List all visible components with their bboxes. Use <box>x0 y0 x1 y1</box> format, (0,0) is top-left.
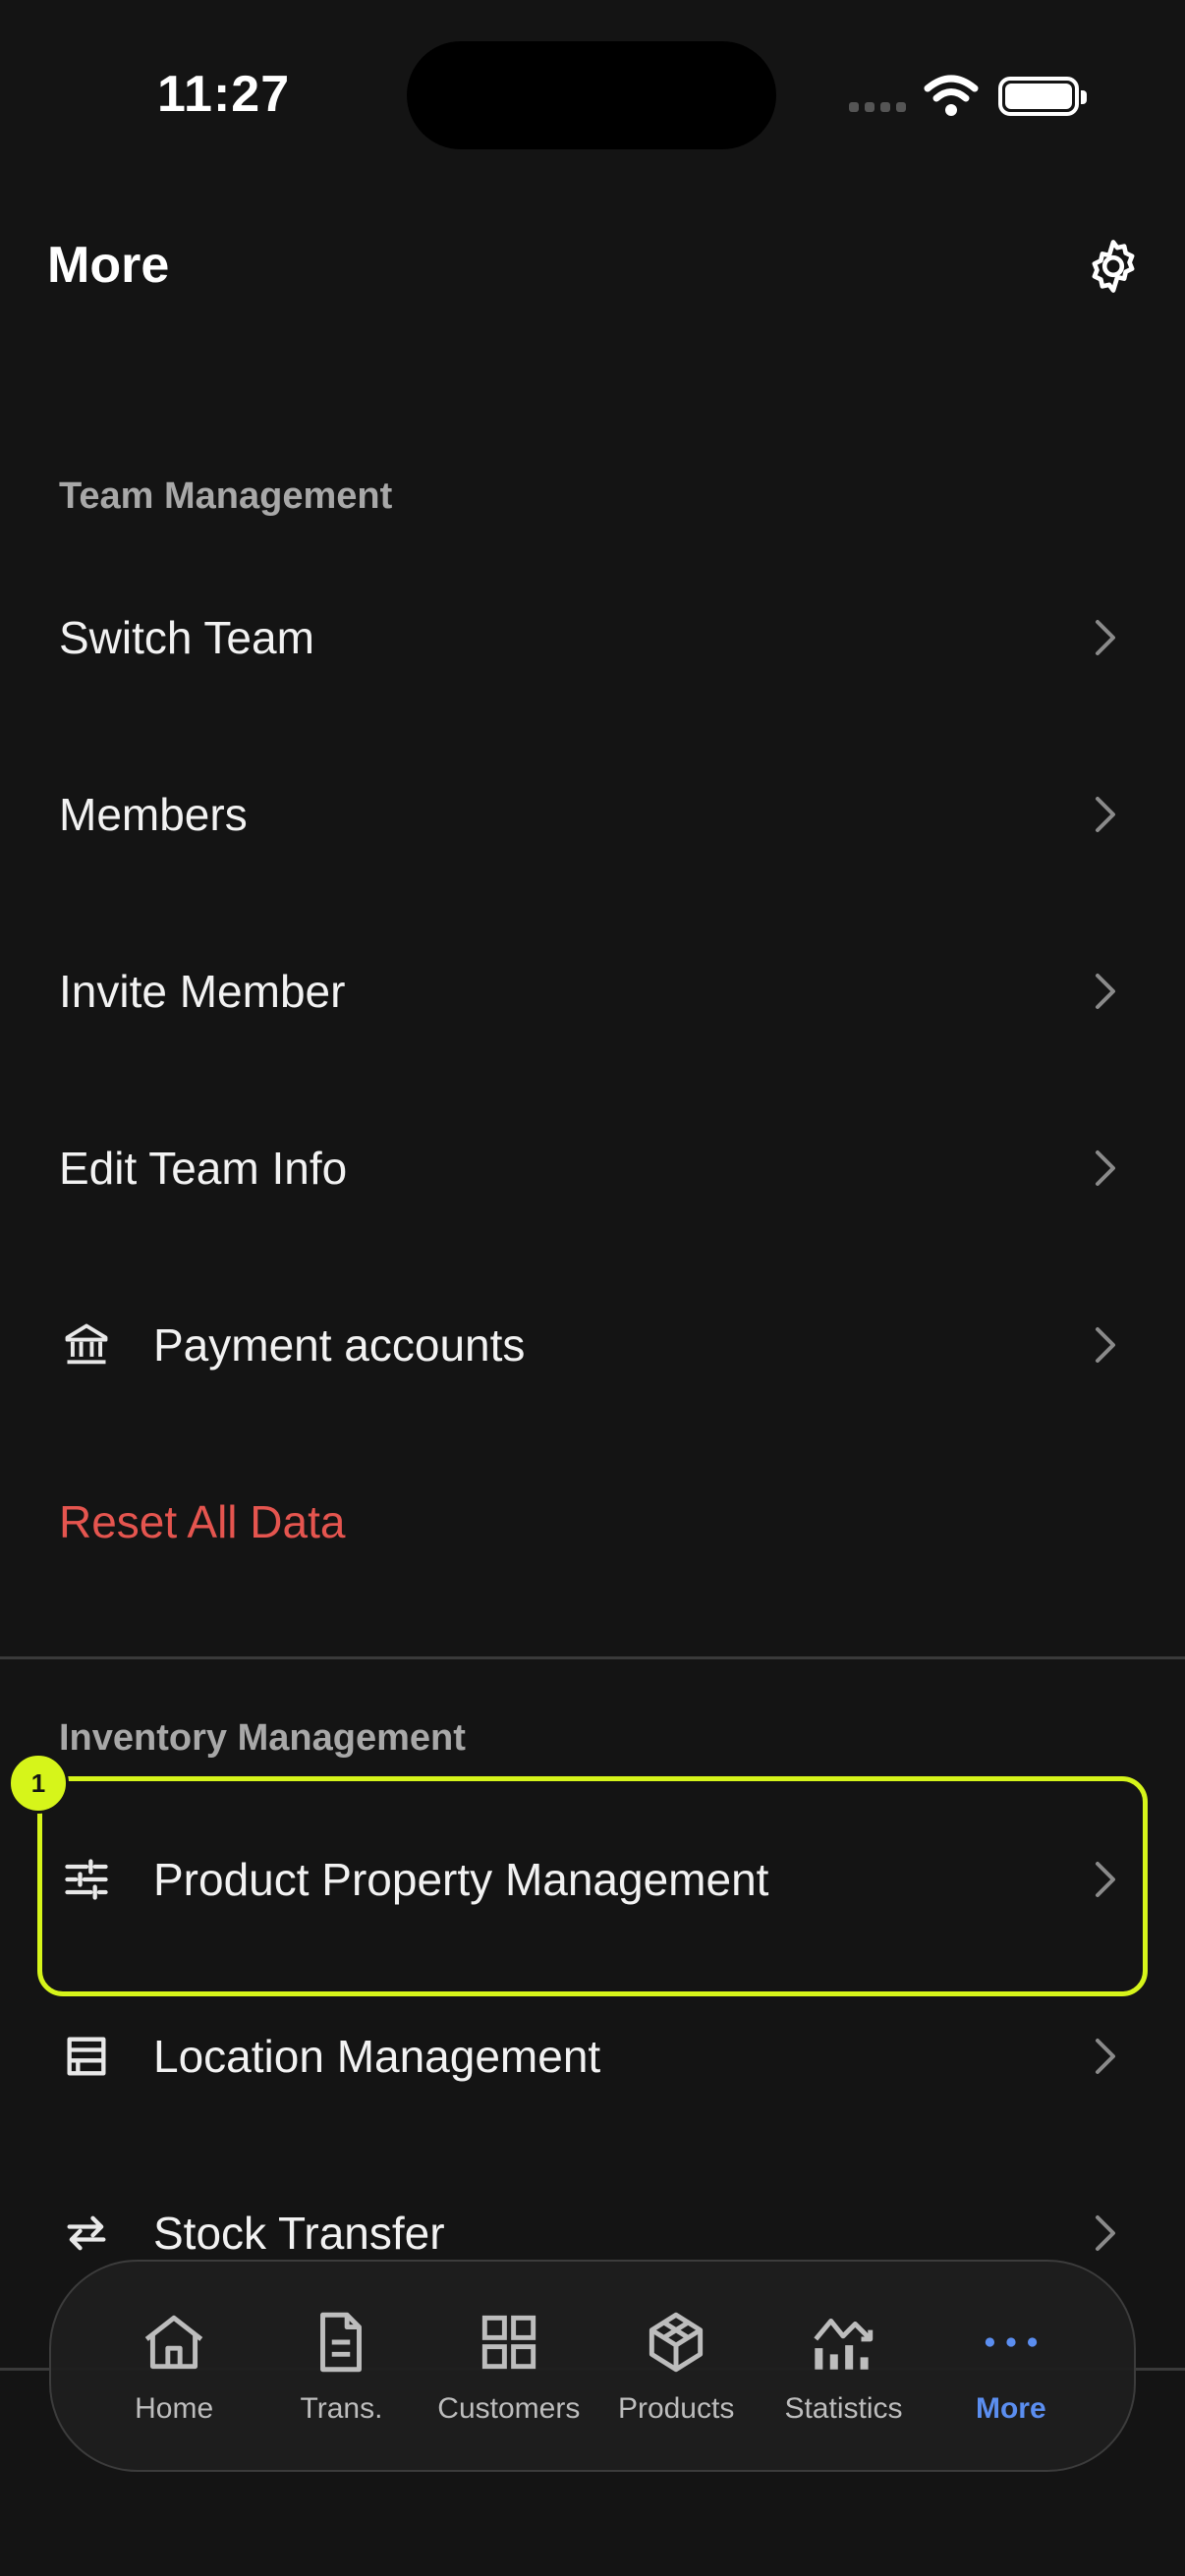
chevron-right-icon <box>1091 972 1120 1011</box>
menu-item-reset-all-data[interactable]: Reset All Data <box>0 1448 1185 1596</box>
chevron-right-icon <box>1091 795 1120 834</box>
menu-item-label: Payment accounts <box>153 1319 526 1371</box>
chevron-right-icon <box>1091 1148 1120 1188</box>
chevron-right-icon <box>1091 1325 1120 1365</box>
page-header: More <box>0 216 1185 314</box>
home-icon <box>144 2315 203 2370</box>
tab-label: Customers <box>437 2392 581 2425</box>
more-dots-icon <box>985 2337 1038 2347</box>
menu-item-edit-team-info[interactable]: Edit Team Info <box>0 1094 1185 1242</box>
gear-icon <box>1092 240 1135 293</box>
tab-label: Products <box>617 2392 735 2425</box>
menu-item-label: Members <box>59 789 248 840</box>
menu-item-switch-team[interactable]: Switch Team <box>0 564 1185 711</box>
status-bar: 11:27 <box>0 0 1185 187</box>
bank-icon <box>59 1317 114 1372</box>
bottom-tab-bar: Home Trans. Customers Products Statistic… <box>49 2260 1136 2472</box>
chevron-right-icon <box>1091 618 1120 657</box>
highlight-box <box>37 1776 1148 1996</box>
grid-icon <box>481 2315 536 2370</box>
section-title-inventory-management: Inventory Management <box>59 1717 466 1759</box>
tab-products[interactable]: Products <box>597 2306 755 2426</box>
wifi-icon <box>924 75 979 116</box>
cellular-signal-icon <box>849 102 906 112</box>
status-time: 11:27 <box>157 66 291 123</box>
tab-label: Statistics <box>784 2392 903 2425</box>
menu-item-payment-accounts[interactable]: Payment accounts <box>0 1271 1185 1419</box>
menu-item-location-management[interactable]: Location Management <box>0 1983 1185 2130</box>
bar-chart-icon <box>814 2318 874 2370</box>
store-icon <box>59 2029 114 2084</box>
menu-item-invite-member[interactable]: Invite Member <box>0 918 1185 1065</box>
tab-statistics[interactable]: Statistics <box>764 2306 922 2426</box>
cube-icon <box>649 2312 704 2373</box>
page-title: More <box>47 237 170 294</box>
menu-item-label: Switch Team <box>59 612 314 663</box>
section-title-team-management: Team Management <box>59 476 393 517</box>
battery-icon <box>998 77 1087 116</box>
tab-transactions[interactable]: Trans. <box>262 2306 420 2426</box>
tab-label: More <box>975 2392 1046 2425</box>
document-icon <box>320 2312 363 2373</box>
menu-item-label: Edit Team Info <box>59 1143 348 1194</box>
chevron-right-icon <box>1091 2213 1120 2253</box>
tab-more[interactable]: More <box>932 2306 1090 2426</box>
tab-label: Home <box>135 2392 214 2425</box>
tab-customers[interactable]: Customers <box>430 2306 588 2426</box>
section-divider <box>0 1656 1185 1659</box>
menu-item-label: Reset All Data <box>59 1496 346 1547</box>
chevron-right-icon <box>1091 2037 1120 2076</box>
menu-item-label: Location Management <box>153 2031 601 2082</box>
menu-item-members[interactable]: Members <box>0 741 1185 888</box>
menu-item-label: Stock Transfer <box>153 2208 445 2259</box>
dynamic-island <box>407 41 776 149</box>
settings-button[interactable] <box>1081 234 1146 299</box>
tab-label: Trans. <box>300 2392 383 2425</box>
tab-home[interactable]: Home <box>95 2306 253 2426</box>
menu-item-label: Invite Member <box>59 966 346 1017</box>
transfer-arrows-icon <box>59 2206 114 2261</box>
annotation-marker: 1 <box>8 1753 69 1814</box>
